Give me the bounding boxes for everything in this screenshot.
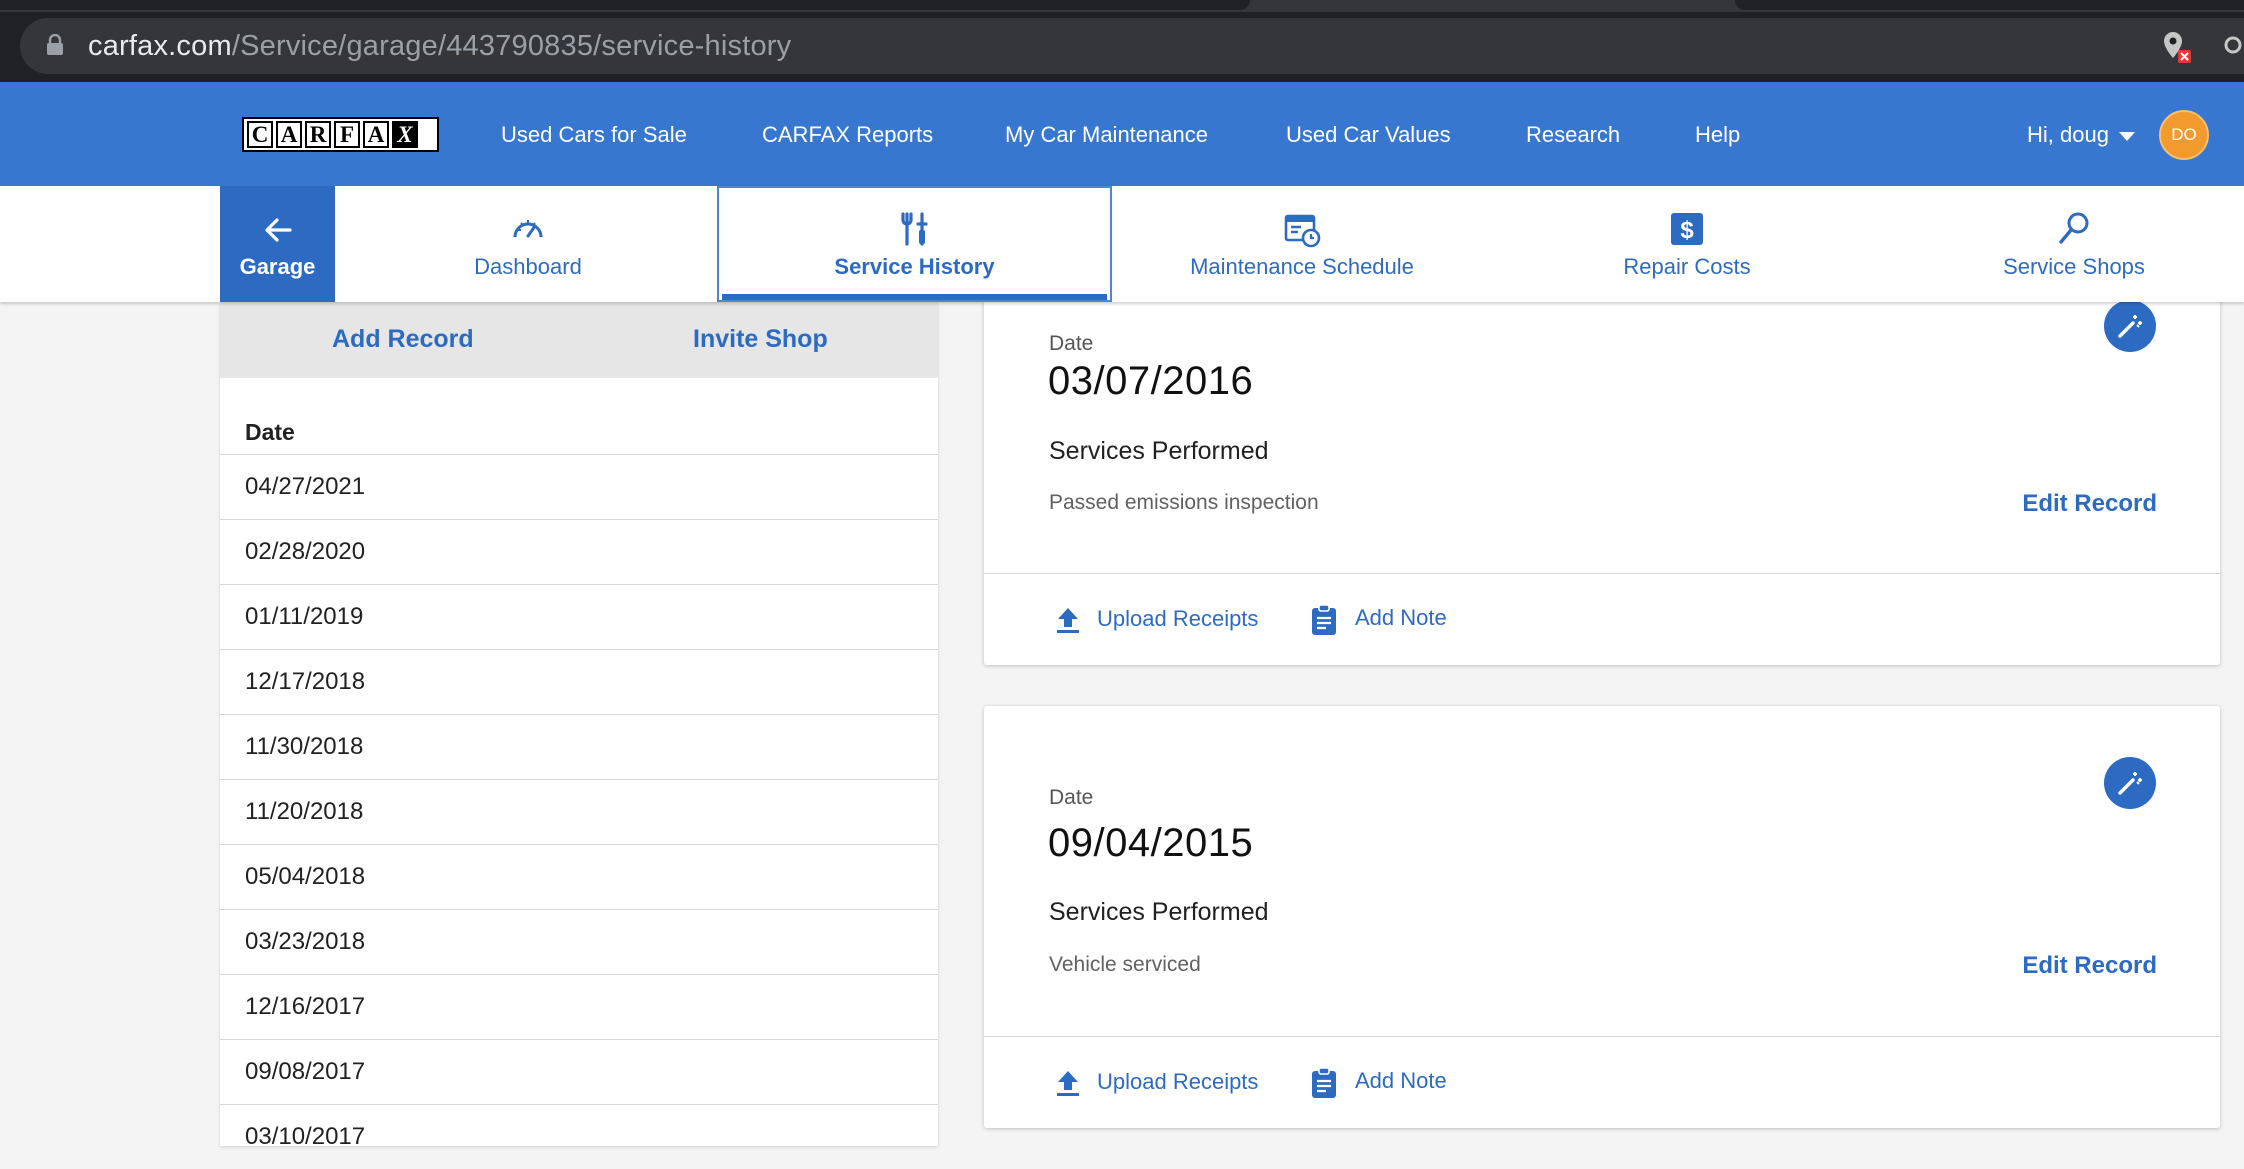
calendar-clock-icon [1284, 214, 1321, 248]
upload-receipts-button[interactable]: Upload Receipts [1052, 1068, 1258, 1096]
tab-service-history[interactable]: Service History [717, 186, 1112, 302]
key-icon[interactable] [2222, 30, 2244, 60]
tab-maintenance-schedule[interactable]: Maintenance Schedule [1166, 186, 1438, 302]
auto-fill-button[interactable] [2104, 300, 2156, 352]
list-item[interactable]: 03/10/2017 [220, 1104, 938, 1169]
card-divider [984, 573, 2220, 574]
active-tab-indicator [722, 294, 1107, 300]
nav-carfax-reports[interactable]: CARFAX Reports [762, 122, 933, 148]
upload-receipts-label: Upload Receipts [1097, 606, 1259, 631]
list-item[interactable]: 11/20/2018 [220, 779, 938, 844]
nav-help[interactable]: Help [1695, 122, 1740, 148]
user-greeting: Hi, doug [2027, 122, 2109, 147]
service-description: Vehicle serviced [1049, 953, 1201, 976]
svg-text:$: $ [1680, 217, 1694, 244]
chevron-down-icon [2118, 131, 2135, 141]
edit-record-button[interactable]: Edit Record [2022, 489, 2157, 519]
date-value: 11/30/2018 [245, 733, 364, 760]
record-date: 09/04/2015 [1048, 821, 1254, 865]
nav-used-car-values[interactable]: Used Car Values [1286, 122, 1451, 148]
date-label: Date [1049, 332, 1094, 355]
list-item[interactable]: 05/04/2018 [220, 844, 938, 909]
service-record-card: Date 09/04/2015 Services Performed Vehic… [984, 706, 2220, 1128]
date-value: 11/20/2018 [245, 798, 364, 825]
service-record-card: Date 03/07/2016 Services Performed Passe… [984, 260, 2220, 665]
carfax-logo[interactable]: CARFAX [242, 117, 439, 152]
service-description: Passed emissions inspection [1049, 491, 1319, 514]
list-item[interactable]: 02/28/2020 [220, 519, 938, 584]
add-note-label: Add Note [1355, 1068, 1447, 1093]
tab-dashboard[interactable]: Dashboard [392, 186, 664, 302]
record-date: 03/07/2016 [1048, 359, 1254, 403]
garage-label: Garage [239, 254, 316, 279]
clipboard-icon [1312, 1067, 1336, 1098]
date-value: 12/16/2017 [245, 993, 366, 1020]
record-actions-bar: Add Record Invite Shop [220, 302, 938, 378]
arrow-left-icon [265, 218, 292, 242]
date-label: Date [1049, 786, 1094, 809]
upload-receipts-label: Upload Receipts [1097, 1069, 1259, 1094]
magic-wand-icon [2118, 315, 2142, 338]
speedometer-icon [513, 220, 543, 238]
nav-my-car-maintenance[interactable]: My Car Maintenance [1005, 122, 1208, 148]
date-value: 12/17/2018 [245, 668, 366, 695]
card-divider [984, 1036, 2220, 1037]
add-note-button[interactable]: Add Note [1309, 1067, 1447, 1098]
tab-service-shops[interactable]: Service Shops [1938, 186, 2210, 302]
list-item[interactable]: 11/30/2018 [220, 714, 938, 779]
auto-fill-button[interactable] [2104, 757, 2156, 809]
invite-shop-button[interactable]: Invite Shop [693, 324, 828, 354]
date-value: 03/10/2017 [245, 1123, 366, 1150]
url-text[interactable]: carfax.com/Service/garage/443790835/serv… [88, 28, 791, 64]
add-note-label: Add Note [1355, 605, 1447, 630]
upload-receipts-button[interactable]: Upload Receipts [1052, 605, 1258, 633]
dollar-icon: $ [1671, 213, 1703, 245]
add-record-button[interactable]: Add Record [332, 324, 474, 354]
tab-label: Service Shops [2003, 254, 2145, 279]
list-item[interactable]: 04/27/2021 [220, 454, 938, 519]
tab-repair-costs[interactable]: $ Repair Costs [1551, 186, 1823, 302]
browser-tab-strip [0, 0, 2244, 12]
lock-icon[interactable] [46, 34, 64, 56]
list-item[interactable]: 09/08/2017 [220, 1039, 938, 1104]
search-icon [2059, 212, 2089, 244]
services-performed-label: Services Performed [1049, 898, 1269, 926]
tab-label: Service History [834, 254, 995, 279]
date-value: 05/04/2018 [245, 863, 366, 890]
avatar[interactable]: DO [2159, 110, 2209, 160]
nav-research[interactable]: Research [1526, 122, 1620, 148]
garage-subnav [0, 186, 2244, 302]
location-blocked-icon[interactable] [2162, 30, 2192, 64]
add-note-button[interactable]: Add Note [1309, 604, 1447, 635]
upload-icon [1057, 1071, 1079, 1096]
services-performed-label: Services Performed [1049, 437, 1269, 465]
date-value: 01/11/2019 [245, 603, 364, 630]
tab-label: Maintenance Schedule [1190, 254, 1414, 279]
nav-used-cars-for-sale[interactable]: Used Cars for Sale [501, 122, 687, 148]
tools-icon [900, 212, 928, 246]
edit-record-button[interactable]: Edit Record [2022, 951, 2157, 981]
date-value: 09/08/2017 [245, 1058, 366, 1085]
date-column-header: Date [245, 419, 295, 445]
list-item[interactable]: 03/23/2018 [220, 909, 938, 974]
tab-label: Repair Costs [1623, 254, 1751, 279]
garage-back-button[interactable]: Garage [220, 186, 335, 302]
date-list: 04/27/2021 02/28/2020 01/11/2019 12/17/2… [220, 454, 938, 1169]
user-menu[interactable]: Hi, doug [2027, 122, 2135, 148]
list-item[interactable]: 12/17/2018 [220, 649, 938, 714]
date-value: 02/28/2020 [245, 538, 366, 565]
upload-icon [1057, 608, 1079, 633]
list-item[interactable]: 12/16/2017 [220, 974, 938, 1039]
date-value: 03/23/2018 [245, 928, 366, 955]
service-date-panel: Add Record Invite Shop Date 04/27/2021 0… [220, 302, 938, 1150]
tab-label: Dashboard [474, 254, 582, 279]
clipboard-icon [1312, 604, 1336, 635]
list-item[interactable]: 01/11/2019 [220, 584, 938, 649]
magic-wand-icon [2118, 772, 2142, 795]
date-value: 04/27/2021 [245, 473, 366, 500]
